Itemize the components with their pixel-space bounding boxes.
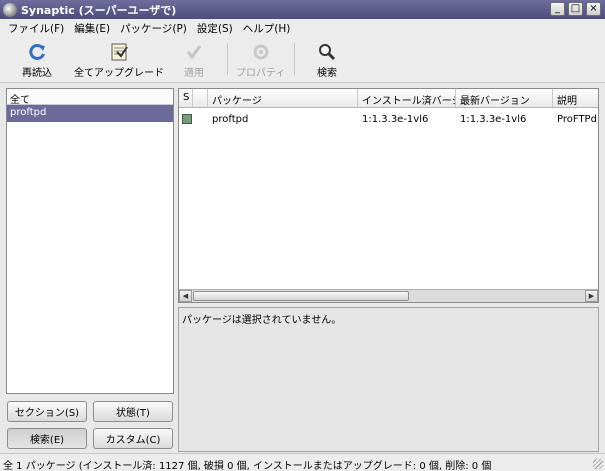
column-header-description[interactable]: 説明 <box>553 89 598 108</box>
scroll-left-arrow-icon[interactable]: ◀ <box>179 290 192 302</box>
toolbar: 再読込 全てアップグレード 適用 プロパティ 検索 <box>0 37 605 83</box>
filter-list-header[interactable]: 全て <box>7 89 173 106</box>
package-table: S パッケージ インストール済バージョン 最新バージョン 説明 proftpd … <box>178 88 599 303</box>
menu-help[interactable]: ヘルプ(H) <box>238 21 296 36</box>
installed-version-cell: 1:1.3.3e-1vl6 <box>362 114 429 125</box>
horizontal-scrollbar[interactable]: ◀ ▶ <box>179 289 598 302</box>
status-button[interactable]: 状態(T) <box>93 401 173 422</box>
description-text: パッケージは選択されていません。 <box>182 315 342 326</box>
window-title: Synaptic (スーパーユーザで) <box>21 3 177 17</box>
window-controls: _ □ × <box>550 2 601 16</box>
toolbar-separator <box>227 43 228 75</box>
search-results-button[interactable]: 検索(E) <box>7 428 87 449</box>
search-label: 検索 <box>317 68 337 79</box>
menu-edit[interactable]: 編集(E) <box>69 21 115 36</box>
upgrade-icon <box>108 41 130 63</box>
filter-list-item[interactable]: proftpd <box>7 105 173 122</box>
window-titlebar: Synaptic (スーパーユーザで) _ □ × <box>0 0 605 19</box>
properties-gear-icon <box>250 41 272 63</box>
installed-status-icon[interactable] <box>182 114 192 124</box>
close-button[interactable]: × <box>586 2 601 16</box>
statusbar: 全 1 パッケージ (インストール済: 1127 個, 破損 0 個, インスト… <box>0 453 605 471</box>
properties-button[interactable]: プロパティ <box>236 41 285 79</box>
apply-checkmark-icon <box>183 41 205 63</box>
apply-button[interactable]: 適用 <box>183 41 205 79</box>
upgrade-all-button[interactable]: 全てアップグレード <box>74 41 164 79</box>
package-name-cell: proftpd <box>212 114 249 125</box>
minimize-button[interactable]: _ <box>550 2 565 16</box>
menu-package[interactable]: パッケージ(P) <box>115 21 192 36</box>
resize-grip-icon[interactable] <box>593 459 603 469</box>
description-pane: パッケージは選択されていません。 <box>178 307 599 452</box>
filter-list: 全て proftpd <box>6 88 174 394</box>
scroll-right-arrow-icon[interactable]: ▶ <box>585 290 598 302</box>
column-header-latest-version[interactable]: 最新バージョン <box>456 89 553 108</box>
upgrade-all-label: 全てアップグレード <box>74 68 164 79</box>
menu-settings[interactable]: 設定(S) <box>192 21 238 36</box>
custom-filters-button[interactable]: カスタム(C) <box>93 428 173 449</box>
synaptic-app-icon <box>3 2 17 17</box>
scrollbar-thumb[interactable] <box>193 291 409 301</box>
column-header-installed-version[interactable]: インストール済バージョン <box>358 89 456 108</box>
menu-file[interactable]: ファイル(F) <box>3 21 69 36</box>
latest-version-cell: 1:1.3.3e-1vl6 <box>460 114 527 125</box>
magnifier-icon <box>316 41 338 63</box>
maximize-button[interactable]: □ <box>568 2 583 16</box>
search-button[interactable]: 検索 <box>316 41 338 79</box>
toolbar-separator <box>294 43 295 75</box>
reload-icon <box>26 41 48 63</box>
reload-button[interactable]: 再読込 <box>22 41 52 79</box>
properties-label: プロパティ <box>236 68 286 79</box>
menubar: ファイル(F) 編集(E) パッケージ(P) 設定(S) ヘルプ(H) <box>0 19 605 37</box>
reload-label: 再読込 <box>22 68 52 79</box>
column-header-status[interactable]: S <box>179 89 193 108</box>
statusbar-text: 全 1 パッケージ (インストール済: 1127 個, 破損 0 個, インスト… <box>3 461 492 471</box>
column-header-support[interactable] <box>193 89 208 108</box>
description-cell: ProFTPd <box>557 114 597 125</box>
column-header-package[interactable]: パッケージ <box>208 89 358 108</box>
apply-label: 適用 <box>184 68 204 79</box>
sections-button[interactable]: セクション(S) <box>7 401 87 422</box>
